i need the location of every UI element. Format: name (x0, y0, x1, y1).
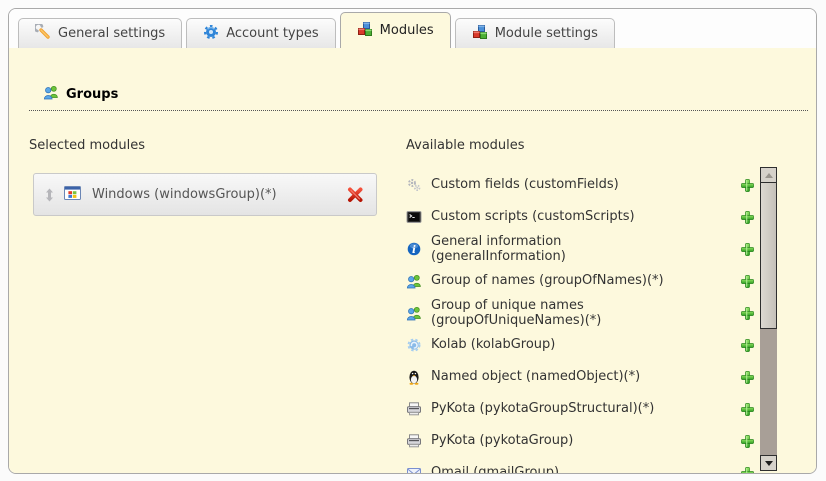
tab-label: Modules (380, 23, 434, 38)
windows-icon (64, 185, 81, 205)
mail-icon (406, 465, 422, 474)
module-row-kolab: Kolab (kolabGroup) (406, 329, 755, 361)
drag-handle-icon[interactable] (42, 188, 56, 202)
scroll-track[interactable] (760, 329, 777, 455)
tab-label: Account types (226, 26, 318, 41)
module-row-custom-fields: Custom fields (customFields) (406, 169, 755, 201)
svg-text:i: i (412, 244, 416, 256)
add-icon[interactable] (740, 434, 755, 449)
tab-modules[interactable]: Modules (340, 12, 451, 48)
selected-modules-heading: Selected modules (29, 138, 406, 153)
module-label: Custom fields (customFields) (431, 177, 619, 192)
gears-icon (406, 177, 422, 193)
module-row-named-object: Named object (namedObject)(*) (406, 361, 755, 393)
modules-icon (357, 21, 373, 41)
terminal-icon (406, 209, 422, 225)
modules-icon (472, 24, 488, 44)
section-title: Groups (66, 87, 118, 102)
add-icon[interactable] (740, 210, 755, 225)
module-row-custom-scripts: Custom scripts (customScripts) (406, 201, 755, 233)
penguin-icon (406, 369, 422, 385)
module-row-group-of-names: Group of names (groupOfNames)(*) (406, 265, 755, 297)
module-label: Qmail (qmailGroup) (431, 465, 559, 474)
available-modules-heading: Available modules (406, 138, 808, 153)
scroll-down-button[interactable] (760, 455, 777, 471)
module-label: PyKota (pykotaGroupStructural)(*) (431, 401, 654, 416)
available-modules-list: Custom fields (customFields) (406, 169, 755, 474)
add-icon[interactable] (740, 178, 755, 193)
module-row-general-information: i General information (generalInformatio… (406, 233, 755, 265)
settings-window: General settings Account types (8, 8, 817, 474)
section-header-groups: Groups (29, 84, 808, 111)
modules-panel: Groups Selected modules (9, 48, 816, 473)
printer-icon (406, 433, 422, 449)
add-icon[interactable] (740, 370, 755, 385)
scroll-up-button[interactable] (760, 167, 777, 183)
module-label: Named object (namedObject)(*) (431, 369, 640, 384)
module-row-pykota-structural: PyKota (pykotaGroupStructural)(*) (406, 393, 755, 425)
selected-module-row: Windows (windowsGroup)(*) (33, 173, 377, 216)
add-icon[interactable] (740, 306, 755, 321)
module-label: Kolab (kolabGroup) (431, 337, 555, 352)
gear-icon (203, 24, 219, 44)
add-icon[interactable] (740, 466, 755, 475)
delete-icon[interactable] (347, 186, 364, 203)
module-label: Custom scripts (customScripts) (431, 209, 635, 224)
kolab-icon (406, 337, 422, 353)
add-icon[interactable] (740, 242, 755, 257)
tab-module-settings[interactable]: Module settings (455, 18, 615, 48)
tab-general-settings[interactable]: General settings (18, 18, 182, 48)
module-row-qmail: Qmail (qmailGroup) (406, 457, 755, 474)
module-row-pykota: PyKota (pykotaGroup) (406, 425, 755, 457)
tab-label: General settings (58, 26, 165, 41)
tab-account-types[interactable]: Account types (186, 18, 335, 48)
scroll-thumb[interactable] (760, 183, 777, 329)
add-icon[interactable] (740, 274, 755, 289)
printer-icon (406, 401, 422, 417)
triangle-down-icon (765, 461, 773, 466)
selected-module-label: Windows (windowsGroup)(*) (92, 187, 347, 202)
triangle-up-icon (765, 173, 773, 178)
add-icon[interactable] (740, 402, 755, 417)
wrench-icon (35, 24, 51, 44)
group-icon (406, 305, 422, 321)
module-label: Group of unique names (groupOfUniqueName… (431, 298, 699, 329)
add-icon[interactable] (740, 338, 755, 353)
info-icon: i (406, 241, 422, 257)
tab-bar: General settings Account types (9, 9, 816, 48)
module-label: General information (generalInformation) (431, 234, 699, 265)
group-icon (43, 84, 59, 104)
tab-label: Module settings (495, 26, 598, 41)
module-label: PyKota (pykotaGroup) (431, 433, 573, 448)
module-row-group-of-unique-names: Group of unique names (groupOfUniqueName… (406, 297, 755, 329)
group-icon (406, 273, 422, 289)
module-label: Group of names (groupOfNames)(*) (431, 273, 664, 288)
scrollbar (760, 167, 777, 471)
